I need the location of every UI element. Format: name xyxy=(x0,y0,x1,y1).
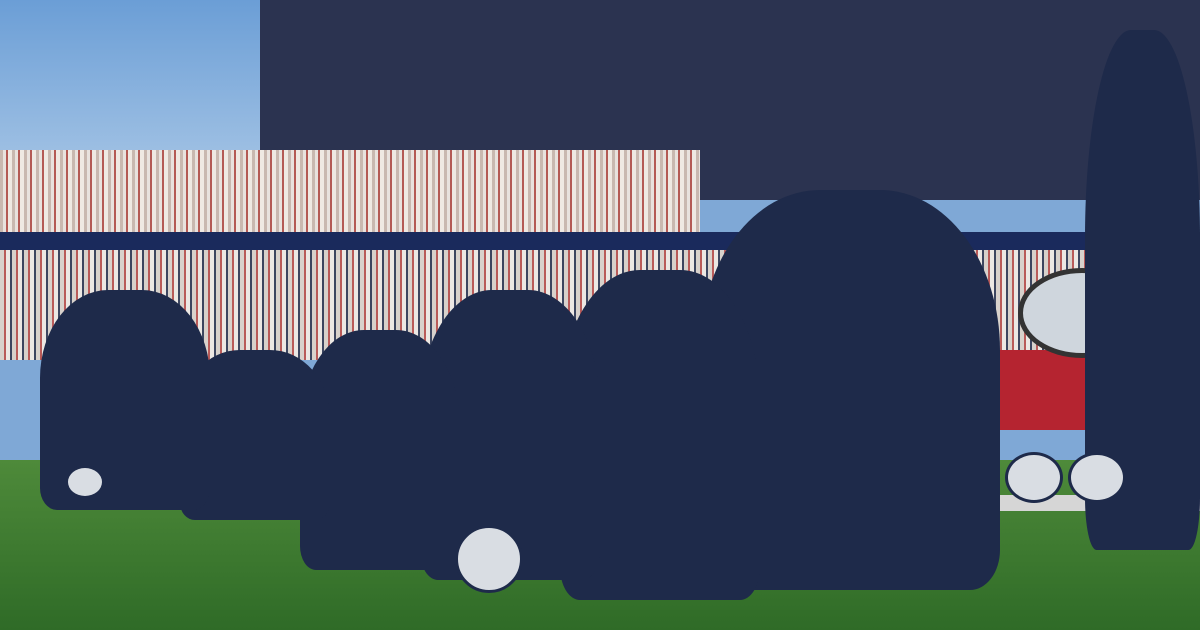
helmet xyxy=(1005,452,1063,503)
stadium-ribbon-board xyxy=(0,232,1200,250)
helmet xyxy=(65,465,105,499)
photo-scene xyxy=(0,0,1200,630)
upper-crowd xyxy=(0,150,700,240)
helmet xyxy=(455,525,523,593)
helmet xyxy=(1068,452,1126,503)
